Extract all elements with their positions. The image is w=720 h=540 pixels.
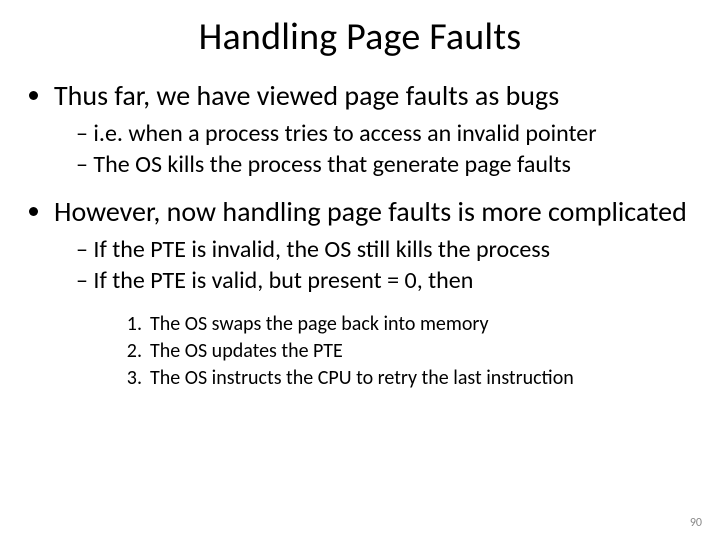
bullet-1-sub-1: i.e. when a process tries to access an i… xyxy=(76,119,700,150)
numbered-3: The OS instructs the CPU to retry the la… xyxy=(124,365,700,392)
slide-title: Handling Page Faults xyxy=(20,14,700,60)
numbered-2: The OS updates the PTE xyxy=(124,338,700,365)
bullet-1-sub-2: The OS kills the process that generate p… xyxy=(76,150,700,181)
bullet-2-sub-1: If the PTE is invalid, the OS still kill… xyxy=(76,235,700,266)
page-number: 90 xyxy=(690,516,702,530)
bullet-2-numbered: The OS swaps the page back into memory T… xyxy=(54,311,700,392)
slide: Handling Page Faults Thus far, we have v… xyxy=(0,0,720,540)
bullet-list: Thus far, we have viewed page faults as … xyxy=(20,78,700,392)
bullet-1-text: Thus far, we have viewed page faults as … xyxy=(54,78,559,113)
bullet-2-sub-2: If the PTE is valid, but present = 0, th… xyxy=(76,266,700,297)
numbered-1: The OS swaps the page back into memory xyxy=(124,311,700,338)
bullet-2: However, now handling page faults is mor… xyxy=(54,194,700,391)
bullet-2-sub: If the PTE is invalid, the OS still kill… xyxy=(54,235,700,296)
bullet-1-sub: i.e. when a process tries to access an i… xyxy=(54,119,700,180)
bullet-1: Thus far, we have viewed page faults as … xyxy=(54,78,700,180)
bullet-2-text: However, now handling page faults is mor… xyxy=(54,194,687,229)
